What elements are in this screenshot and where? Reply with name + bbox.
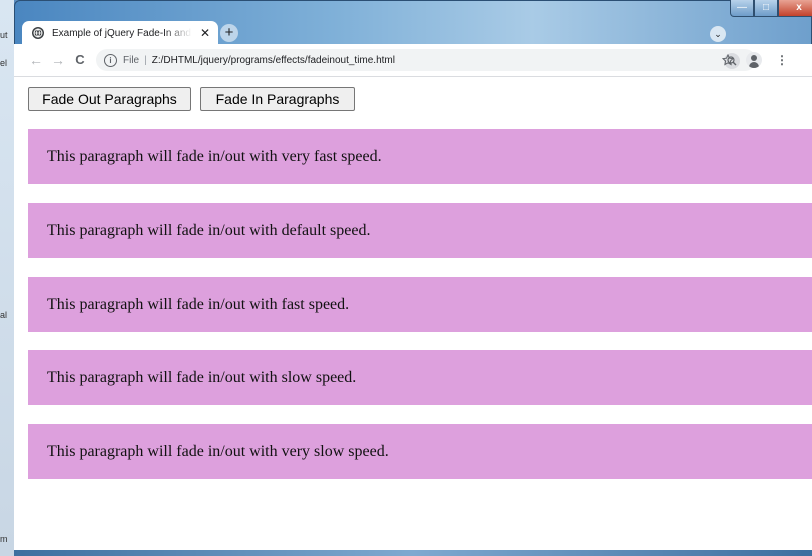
close-window-button[interactable]: x [778,0,812,17]
forward-arrow-icon[interactable]: → [50,52,66,68]
new-tab-button[interactable]: + [220,24,238,42]
tab-search-icon[interactable]: ⌄ [710,26,726,42]
info-icon[interactable]: i [104,53,117,67]
avatar-body [749,62,759,68]
desktop-fragment: al [0,310,8,320]
address-bar[interactable]: i File | Z:/DHTML/jquery/programs/effect… [96,49,758,71]
desktop-fragment: m [0,534,8,544]
browser-toolbar: ← → C i File | Z:/DHTML/jquery/programs/… [14,44,812,77]
bookmark-star-icon[interactable] [720,52,736,68]
desktop-fragment: ut [0,30,8,40]
url-separator: | [144,54,147,66]
menu-kebab-icon[interactable]: ⋮ [774,52,790,68]
desktop-background-strip: ut el al m [0,0,14,556]
window-controls: — □ x [730,0,812,18]
reload-icon[interactable]: C [72,52,88,68]
globe-icon [32,27,44,39]
tab-title: Example of jQuery Fade-In and Fade-Out E… [52,27,192,39]
browser-window: Example of jQuery Fade-In and Fade-Out E… [14,0,812,550]
tab-close-icon[interactable]: ✕ [198,26,212,40]
taskbar-edge [14,550,812,556]
paragraph-default: This paragraph will fade in/out with def… [28,203,812,258]
url-text[interactable]: Z:/DHTML/jquery/programs/effects/fadeino… [152,55,395,66]
desktop-fragment: el [0,58,8,68]
active-tab[interactable]: Example of jQuery Fade-In and Fade-Out E… [22,21,218,45]
minimize-button[interactable]: — [730,0,754,17]
fade-out-button[interactable]: Fade Out Paragraphs [28,87,191,111]
paragraph-very-fast: This paragraph will fade in/out with ver… [28,129,812,184]
maximize-button[interactable]: □ [754,0,778,17]
paragraph-fast: This paragraph will fade in/out with fas… [28,277,812,332]
page-content: Fade Out Paragraphs Fade In Paragraphs T… [14,77,812,550]
paragraph-slow: This paragraph will fade in/out with slo… [28,350,812,405]
fade-in-button[interactable]: Fade In Paragraphs [200,87,355,111]
back-arrow-icon[interactable]: ← [28,52,44,68]
profile-avatar[interactable] [746,52,762,68]
file-label: File [123,54,140,66]
avatar-head [751,55,757,61]
paragraph-very-slow: This paragraph will fade in/out with ver… [28,424,812,479]
tab-strip: Example of jQuery Fade-In and Fade-Out E… [14,0,812,45]
